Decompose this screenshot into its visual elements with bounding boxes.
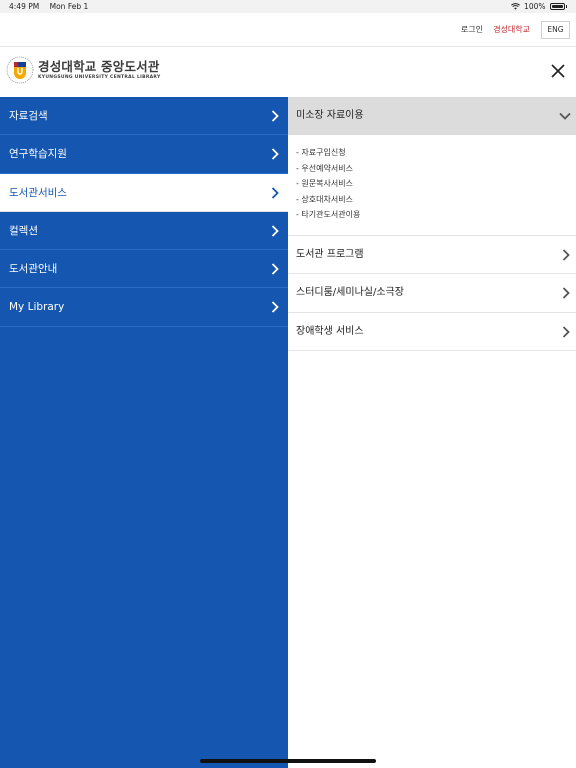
header: 경성대학교 중앙도서관 KYUNGSUNG UNIVERSITY CENTRAL… (0, 47, 576, 97)
submenu-item-study-rooms[interactable]: 스터디룸/세미나실/소극장 (288, 274, 576, 313)
chevron-right-icon (562, 287, 570, 299)
menu-item-collection[interactable]: 컬렉션 (0, 212, 288, 251)
home-indicator[interactable] (200, 759, 376, 763)
battery-percent: 100% (524, 2, 546, 11)
menu-item-my-library[interactable]: My Library (0, 288, 288, 327)
submenu-panel: 미소장 자료이용 - 자료구입신청 - 우선예약서비스 - 원문복사서비스 - … (288, 97, 576, 768)
wifi-icon (511, 3, 520, 10)
menu-item-research-support[interactable]: 연구학습지원 (0, 135, 288, 174)
submenu-sublist: - 자료구입신청 - 우선예약서비스 - 원문복사서비스 - 상호대차서비스 -… (288, 135, 576, 236)
status-time: 4:49 PM (9, 2, 40, 11)
chevron-right-icon (271, 225, 279, 237)
menu-item-label: 도서관안내 (9, 263, 58, 276)
chevron-right-icon (271, 148, 279, 160)
sublist-item-document-copy[interactable]: - 원문복사서비스 (296, 176, 576, 192)
university-emblem-icon (6, 56, 34, 84)
chevron-right-icon (271, 263, 279, 275)
submenu-item-library-programs[interactable]: 도서관 프로그램 (288, 236, 576, 275)
submenu-item-label: 장애학생 서비스 (296, 325, 364, 337)
library-logo[interactable]: 경성대학교 중앙도서관 KYUNGSUNG UNIVERSITY CENTRAL… (6, 56, 161, 84)
menu-item-search[interactable]: 자료검색 (0, 97, 288, 136)
sublist-item-priority-reservation[interactable]: - 우선예약서비스 (296, 161, 576, 177)
status-date: Mon Feb 1 (49, 2, 89, 11)
submenu-item-label: 도서관 프로그램 (296, 248, 364, 260)
chevron-right-icon (271, 301, 279, 314)
menu-item-label: 자료검색 (9, 110, 48, 122)
sublist-item-other-library-use[interactable]: - 타기관도서관이용 (296, 207, 576, 223)
chevron-right-icon (562, 249, 570, 261)
main-menu: 자료검색 연구학습지원 도서관서비스 컬렉션 도서관안내 My Library (0, 97, 288, 768)
sublist-item-purchase-request[interactable]: - 자료구입신청 (296, 145, 576, 161)
utility-bar: 로그인 경성대학교 ENG (0, 13, 576, 47)
close-icon[interactable] (551, 64, 565, 78)
university-link[interactable]: 경성대학교 (493, 24, 530, 35)
menu-item-library-services[interactable]: 도서관서비스 (0, 173, 288, 212)
submenu-item-unowned-materials[interactable]: 미소장 자료이용 (288, 97, 576, 135)
submenu-item-label: 미소장 자료이용 (296, 110, 364, 121)
menu-item-label: 연구학습지원 (9, 148, 67, 161)
logo-title-ko: 경성대학교 중앙도서관 (38, 59, 160, 74)
sublist-item-interlibrary-loan[interactable]: - 상호대차서비스 (296, 192, 576, 208)
submenu-item-label: 스터디룸/세미나실/소극장 (296, 287, 404, 299)
status-bar: 4:49 PM Mon Feb 1 100% (0, 0, 576, 13)
chevron-right-icon (562, 325, 570, 338)
menu-item-label: 컬렉션 (9, 224, 38, 237)
menu-item-library-guide[interactable]: 도서관안내 (0, 250, 288, 289)
chevron-right-icon (271, 186, 279, 199)
submenu-item-disabled-student-services[interactable]: 장애학생 서비스 (288, 313, 576, 351)
menu-item-label: My Library (9, 301, 65, 314)
logo-title-en: KYUNGSUNG UNIVERSITY CENTRAL LIBRARY (38, 75, 161, 80)
chevron-down-icon (559, 112, 571, 120)
battery-icon (549, 3, 565, 10)
menu-item-label: 도서관서비스 (9, 186, 67, 199)
language-button[interactable]: ENG (541, 21, 570, 39)
chevron-right-icon (271, 110, 279, 122)
battery-tip (565, 5, 567, 8)
login-link[interactable]: 로그인 (461, 24, 483, 35)
